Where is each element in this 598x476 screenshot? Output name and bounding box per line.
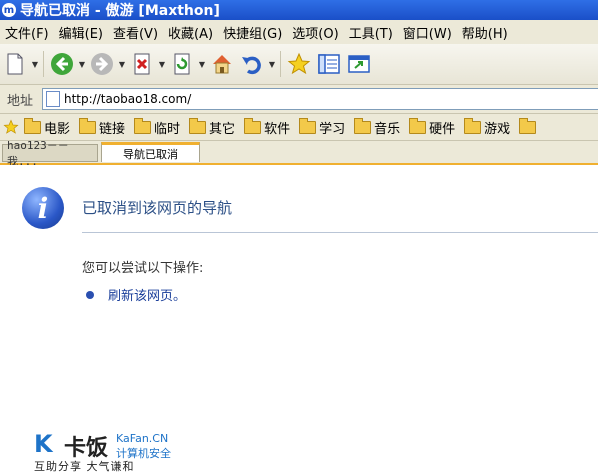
folder-icon xyxy=(299,117,317,134)
folder-icon xyxy=(244,117,262,134)
folder-icon xyxy=(24,117,41,134)
favorite-folder-music[interactable]: 音乐 xyxy=(351,117,406,137)
back-icon xyxy=(51,53,73,75)
favorite-folder-label: 链接 xyxy=(99,121,126,137)
folder-icon xyxy=(134,117,152,134)
favorite-folder-label: 其它 xyxy=(209,121,236,137)
main-toolbar: ▼ ▼ ▼ ▼ ▼ ▼ xyxy=(0,44,598,85)
address-url[interactable]: http://taobao18.com/ xyxy=(64,92,191,106)
favorites-button[interactable] xyxy=(284,49,314,79)
menu-bar: 文件(F) 编辑(E) 查看(V) 收藏(A) 快捷组(G) 选项(O) 工具(… xyxy=(0,20,598,45)
folder-icon xyxy=(189,117,207,134)
toolbar-separator xyxy=(280,51,281,77)
heading-divider xyxy=(82,232,598,233)
kafan-k-icon: K xyxy=(34,430,53,458)
window-icon xyxy=(348,55,370,73)
menu-file[interactable]: 文件(F) xyxy=(0,23,54,42)
tab-strip: hao123－－我... 导航已取消 xyxy=(0,139,598,168)
favorite-folder-movies[interactable]: 电影 xyxy=(21,117,76,137)
menu-groups[interactable]: 快捷组(G) xyxy=(218,23,287,42)
home-icon xyxy=(213,55,231,74)
menu-favorites[interactable]: 收藏(A) xyxy=(163,23,218,42)
suggestion-text: 您可以尝试以下操作: xyxy=(82,261,204,276)
window-switch-button[interactable] xyxy=(344,49,374,79)
address-label: 地址 xyxy=(6,93,33,109)
stop-button[interactable] xyxy=(127,49,157,79)
favorite-folder-label: 音乐 xyxy=(374,121,401,137)
refresh-icon xyxy=(174,53,190,75)
address-input[interactable]: http://taobao18.com/ xyxy=(42,88,598,110)
favorite-folder-study[interactable]: 学习 xyxy=(296,117,351,137)
favorite-folder-label: 临时 xyxy=(154,121,181,137)
folder-icon xyxy=(409,117,427,134)
menu-tools[interactable]: 工具(T) xyxy=(344,23,398,42)
star-icon xyxy=(287,52,311,75)
favorite-folder-temp[interactable]: 临时 xyxy=(131,117,186,137)
back-button[interactable] xyxy=(47,49,77,79)
favorite-folder-other[interactable]: 其它 xyxy=(186,117,241,137)
tab-navigation-cancelled[interactable]: 导航已取消 xyxy=(101,142,200,162)
refresh-button[interactable] xyxy=(167,49,197,79)
maxthon-icon: m xyxy=(2,3,16,17)
folder-icon xyxy=(519,117,537,134)
bullet-icon xyxy=(86,291,94,299)
new-page-icon xyxy=(7,53,23,75)
refresh-page-link[interactable]: 刷新该网页。 xyxy=(108,285,186,304)
favorite-folder-overflow[interactable] xyxy=(516,117,545,134)
undo-icon xyxy=(242,56,261,75)
forward-icon xyxy=(91,53,113,75)
favorite-folder-software[interactable]: 软件 xyxy=(241,117,296,137)
page-icon xyxy=(46,91,60,107)
page-heading: 已取消到该网页的导航 xyxy=(82,199,233,217)
menu-help[interactable]: 帮助(H) xyxy=(457,23,513,42)
new-page-button[interactable] xyxy=(0,49,30,79)
toolbar-separator xyxy=(43,51,44,77)
forward-button[interactable] xyxy=(87,49,117,79)
window-title: 导航已取消 - 傲游 [Maxthon] xyxy=(20,3,220,19)
favorite-folder-label: 游戏 xyxy=(484,121,511,137)
folder-icon xyxy=(79,117,97,134)
favorite-folder-label: 学习 xyxy=(319,121,346,137)
stop-icon xyxy=(134,53,150,75)
info-icon: i xyxy=(22,187,64,229)
kafan-logo: K 卡饭 KaFan.CN 计算机安全 互助分享 大气谦和 xyxy=(34,430,194,474)
address-bar: 地址 http://taobao18.com/ xyxy=(0,85,598,114)
favorite-folder-games[interactable]: 游戏 xyxy=(461,117,516,137)
favorites-star-icon[interactable] xyxy=(0,119,21,135)
favorite-folder-label: 硬件 xyxy=(429,121,456,137)
home-button[interactable] xyxy=(207,49,237,79)
page-content: i 已取消到该网页的导航 您可以尝试以下操作: 刷新该网页。 K 卡饭 KaFa… xyxy=(0,165,598,476)
menu-view[interactable]: 查看(V) xyxy=(108,23,163,42)
forward-dropdown[interactable]: ▼ xyxy=(117,49,127,79)
menu-options[interactable]: 选项(O) xyxy=(287,23,343,42)
refresh-dropdown[interactable]: ▼ xyxy=(197,49,207,79)
new-page-dropdown[interactable]: ▼ xyxy=(30,49,40,79)
favorite-folder-label: 电影 xyxy=(44,121,71,137)
sidebar-button[interactable] xyxy=(314,49,344,79)
list-icon xyxy=(318,54,340,74)
tab-hao123[interactable]: hao123－－我... xyxy=(2,139,98,168)
logo-en: KaFan.CN xyxy=(116,432,169,445)
folder-icon xyxy=(464,117,482,134)
stop-dropdown[interactable]: ▼ xyxy=(157,49,167,79)
favorite-folder-links[interactable]: 链接 xyxy=(76,117,131,137)
favorite-folder-hardware[interactable]: 硬件 xyxy=(406,117,461,137)
undo-dropdown[interactable]: ▼ xyxy=(267,49,277,79)
menu-edit[interactable]: 编辑(E) xyxy=(54,23,108,42)
logo-slogan: 互助分享 大气谦和 xyxy=(34,460,135,473)
undo-button[interactable] xyxy=(237,49,267,79)
menu-window[interactable]: 窗口(W) xyxy=(398,23,457,42)
back-dropdown[interactable]: ▼ xyxy=(77,49,87,79)
folder-icon xyxy=(354,117,372,134)
favorite-folder-label: 软件 xyxy=(264,121,291,137)
title-bar: m 导航已取消 - 傲游 [Maxthon] xyxy=(0,0,598,20)
